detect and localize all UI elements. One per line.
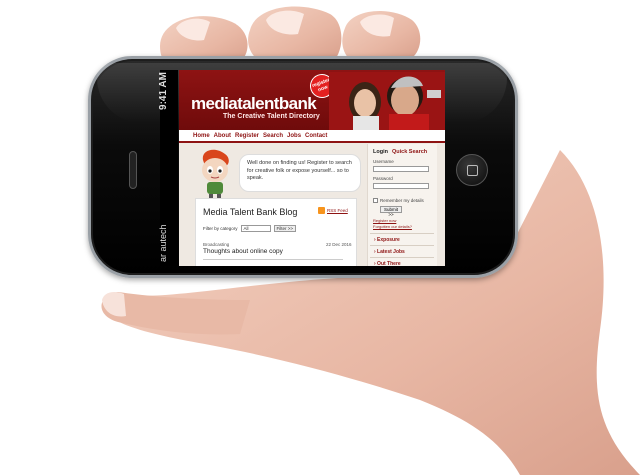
phone-screen: mediatalentbank The Creative Talent Dire… [179, 70, 445, 266]
rss-icon [318, 207, 325, 214]
post-divider [203, 259, 343, 260]
remember-row: Remember my details [373, 198, 424, 203]
username-label: Username [373, 159, 394, 164]
nav-contact[interactable]: Contact [305, 133, 327, 139]
tab-login[interactable]: Login [373, 149, 388, 155]
clock: 9:41 AM [158, 72, 169, 110]
password-field[interactable] [373, 183, 429, 189]
earpiece-speaker [129, 151, 137, 189]
status-bar-text: ar autech 9:41 AM [158, 72, 169, 262]
site-tagline: The Creative Talent Directory [223, 113, 320, 120]
post-title[interactable]: Thoughts about online copy [203, 248, 283, 255]
blog-card: Media Talent Bank Blog RSS Feed Filter b… [195, 198, 357, 266]
welcome-bubble: Well done on finding us! Register to sea… [239, 154, 361, 192]
home-square-icon [467, 165, 478, 176]
mascot-character-icon [202, 149, 229, 199]
rss-feed-link[interactable]: RSS Feed [318, 207, 348, 214]
nav-home[interactable]: Home [193, 133, 210, 139]
site-nav: Home About Register Search Jobs Contact [179, 130, 445, 143]
header-people-photo [329, 72, 445, 130]
site-header: mediatalentbank The Creative Talent Dire… [179, 70, 445, 130]
username-field[interactable] [373, 166, 429, 172]
sidebar-section-out-there[interactable]: › Out There [370, 257, 434, 266]
rss-label: RSS Feed [327, 208, 348, 213]
forgotten-details-link[interactable]: Forgotten our details? [373, 224, 412, 229]
sidebar-section-latest-jobs[interactable]: › Latest Jobs [370, 245, 434, 256]
blog-filter-row: Filter by category All Filter >> [203, 225, 297, 232]
sidebar-section-exposure[interactable]: › Exposure [370, 233, 434, 244]
post-category: Broadcasting [203, 242, 230, 247]
login-sidebar: Login Quick Search Username Password Rem… [367, 144, 437, 266]
carrier-label: ar autech [158, 224, 168, 262]
nav-search[interactable]: Search [263, 133, 283, 139]
filter-label: Filter by category [203, 226, 238, 231]
home-button[interactable] [456, 154, 488, 186]
tab-quick-search[interactable]: Quick Search [392, 149, 427, 155]
submit-button[interactable]: Submit >> [380, 206, 402, 217]
password-label: Password [373, 176, 393, 181]
remember-label: Remember my details [380, 198, 424, 203]
nav-jobs[interactable]: Jobs [287, 133, 301, 139]
blog-title: Media Talent Bank Blog [203, 207, 298, 217]
filter-button[interactable]: Filter >> [273, 225, 297, 232]
register-link[interactable]: Register now [373, 218, 396, 223]
remember-checkbox[interactable] [373, 198, 378, 203]
nav-register[interactable]: Register [235, 133, 259, 139]
sidebar-tabs: Login Quick Search [373, 149, 427, 155]
category-select[interactable]: All [240, 225, 271, 232]
site-logo[interactable]: mediatalentbank [191, 94, 317, 114]
post-date: 22 Dec 2016 [326, 242, 352, 247]
nav-about[interactable]: About [214, 133, 231, 139]
welcome-area: Well done on finding us! Register to sea… [189, 148, 365, 200]
